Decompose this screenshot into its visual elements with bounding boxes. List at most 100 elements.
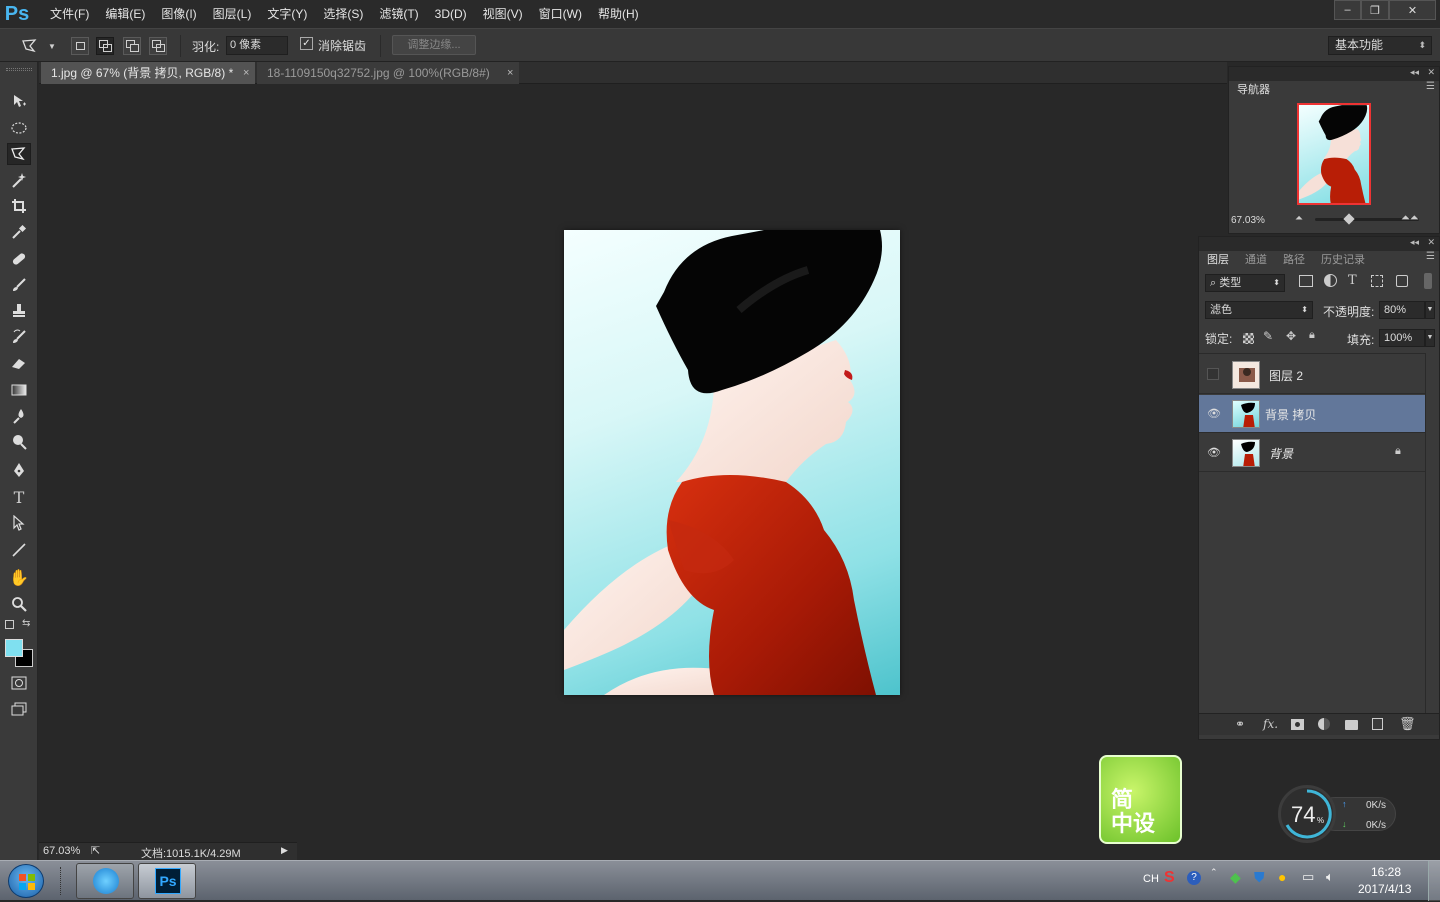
show-desktop-button[interactable]	[1428, 861, 1440, 901]
close-window-button[interactable]: ✕	[1389, 0, 1436, 20]
panel-menu-icon[interactable]: ☰	[1426, 81, 1435, 92]
brush-tool-icon[interactable]	[7, 274, 31, 296]
clock-time[interactable]: 16:28	[1371, 865, 1401, 879]
close-icon[interactable]: ✕	[1427, 237, 1435, 248]
polygonal-lasso-tool-icon[interactable]	[7, 143, 31, 165]
taskbar-app-photoshop[interactable]: Ps	[138, 863, 196, 899]
opacity-dropdown-icon[interactable]: ▼	[1425, 301, 1435, 319]
layer-row-layer2[interactable]: 图层 2	[1199, 356, 1425, 394]
swap-colors-icon[interactable]: ⇆	[22, 618, 30, 629]
move-tool-icon[interactable]	[7, 90, 31, 112]
ellipse-marquee-tool-icon[interactable]	[7, 117, 31, 139]
sogou-icon[interactable]: S	[1164, 869, 1175, 887]
zoom-in-icon[interactable]: ⏶⏶	[1401, 212, 1419, 225]
zoom-slider-handle[interactable]	[1343, 213, 1355, 225]
menu-filter[interactable]: 滤镜(T)	[371, 0, 426, 28]
security-icon[interactable]: ◆	[1230, 869, 1241, 886]
dodge-tool-icon[interactable]	[7, 431, 31, 453]
minimize-button[interactable]: –	[1334, 0, 1361, 20]
start-button[interactable]	[8, 864, 44, 898]
new-layer-icon[interactable]	[1372, 718, 1383, 730]
collapse-icon[interactable]: ◂◂	[1410, 67, 1419, 78]
adjustment-icon[interactable]	[1318, 718, 1330, 730]
navigator-zoom[interactable]: 67.03%	[1231, 215, 1265, 226]
menu-help[interactable]: 帮助(H)	[590, 0, 647, 28]
close-tab-icon[interactable]: ×	[507, 62, 513, 84]
filter-toggle[interactable]	[1424, 273, 1432, 289]
collapse-icon[interactable]: ◂◂	[1410, 237, 1419, 248]
layer-name[interactable]: 背景 拷贝	[1265, 406, 1316, 423]
taskbar-app-browser[interactable]	[76, 863, 134, 899]
trash-icon[interactable]: 🗑︎	[1399, 716, 1416, 732]
lock-position-icon[interactable]: ✥	[1286, 329, 1296, 343]
pixel-filter-icon[interactable]	[1299, 275, 1313, 287]
blend-mode-select[interactable]: 滤色 ⬍	[1205, 301, 1313, 319]
chevron-down-icon[interactable]: ▼	[42, 36, 62, 56]
type-tool-icon[interactable]: T	[7, 486, 31, 508]
folder-icon[interactable]	[1345, 720, 1358, 730]
status-menu-arrow-icon[interactable]: ▶	[281, 845, 288, 856]
zoom-level[interactable]: 67.03%	[43, 845, 80, 857]
screen-mode-icon[interactable]	[7, 698, 31, 720]
network-icon[interactable]: ▭	[1302, 869, 1314, 885]
tab-layers[interactable]: 图层	[1199, 251, 1237, 269]
feather-input[interactable]: 0 像素	[226, 36, 288, 55]
pen-tool-icon[interactable]	[7, 459, 31, 481]
menu-select[interactable]: 选择(S)	[315, 0, 371, 28]
menu-file[interactable]: 文件(F)	[42, 0, 97, 28]
zoom-out-icon[interactable]: ⏶	[1295, 213, 1303, 224]
path-selection-tool-icon[interactable]	[7, 512, 31, 534]
subtract-from-selection-icon[interactable]	[123, 37, 141, 55]
menu-3d[interactable]: 3D(D)	[427, 0, 475, 28]
eraser-tool-icon[interactable]	[7, 352, 31, 374]
link-icon[interactable]: ⚭	[1235, 717, 1245, 731]
adjustment-filter-icon[interactable]	[1324, 274, 1337, 287]
help-icon[interactable]: ?	[1187, 871, 1201, 885]
ime-indicator[interactable]: CH	[1143, 873, 1159, 885]
crop-tool-icon[interactable]	[7, 195, 31, 217]
export-icon[interactable]: ⇱	[91, 844, 100, 857]
lock-transparent-icon[interactable]	[1243, 333, 1254, 344]
line-tool-icon[interactable]	[7, 539, 31, 561]
intersect-selection-icon[interactable]	[149, 37, 167, 55]
shape-filter-icon[interactable]	[1371, 275, 1383, 287]
close-icon[interactable]: ✕	[1427, 67, 1435, 78]
history-brush-tool-icon[interactable]	[7, 326, 31, 348]
navigator-thumbnail[interactable]	[1297, 103, 1371, 205]
shield-icon[interactable]: ⛊	[1254, 869, 1265, 886]
clone-stamp-tool-icon[interactable]	[7, 300, 31, 322]
healing-brush-tool-icon[interactable]	[7, 248, 31, 270]
layer-row-background[interactable]: 👁︎ 背景 🔒︎	[1199, 434, 1425, 472]
tab-channels[interactable]: 通道	[1237, 251, 1275, 269]
notification-chevron-icon[interactable]: ⌃	[1210, 867, 1218, 878]
foreground-color-swatch[interactable]	[5, 639, 23, 657]
layer-filter-select[interactable]: ⌕ 类型 ⬍	[1205, 274, 1285, 292]
polygonal-lasso-preset-icon[interactable]	[20, 36, 40, 56]
hand-tool-icon[interactable]: ✋	[7, 567, 31, 589]
close-tab-icon[interactable]: ×	[243, 62, 249, 84]
menu-edit[interactable]: 编辑(E)	[97, 0, 153, 28]
eye-icon[interactable]: 👁︎	[1207, 407, 1221, 421]
document-image[interactable]	[564, 230, 900, 695]
magic-wand-tool-icon[interactable]	[7, 169, 31, 191]
panel-menu-icon[interactable]: ☰	[1426, 251, 1435, 262]
restore-button[interactable]: ❐	[1361, 0, 1389, 20]
menu-layer[interactable]: 图层(L)	[205, 0, 260, 28]
menu-image[interactable]: 图像(I)	[153, 0, 204, 28]
visibility-toggle-off[interactable]	[1207, 368, 1219, 380]
workspace-select[interactable]: 基本功能 ⬍	[1328, 36, 1432, 55]
new-selection-icon[interactable]	[71, 37, 89, 55]
zoom-tool-icon[interactable]	[7, 593, 31, 615]
toolbox-grip[interactable]	[6, 68, 32, 71]
qq-icon[interactable]: ●	[1278, 869, 1286, 885]
antialias-checkbox[interactable]: ✓	[300, 37, 313, 50]
fx-icon[interactable]: fx.	[1263, 717, 1278, 731]
tab-paths[interactable]: 路径	[1275, 251, 1313, 269]
network-speed-widget[interactable]: 74 % ↑ 0K/s ↓ 0K/s	[1278, 785, 1398, 843]
smart-object-filter-icon[interactable]	[1396, 275, 1408, 287]
opacity-input[interactable]: 80%	[1379, 301, 1425, 319]
volume-icon[interactable]: 🔈︎	[1326, 869, 1334, 885]
eye-icon[interactable]: 👁︎	[1207, 446, 1221, 460]
mask-icon[interactable]	[1291, 719, 1304, 730]
lock-all-icon[interactable]: 🔒︎	[1309, 329, 1315, 342]
